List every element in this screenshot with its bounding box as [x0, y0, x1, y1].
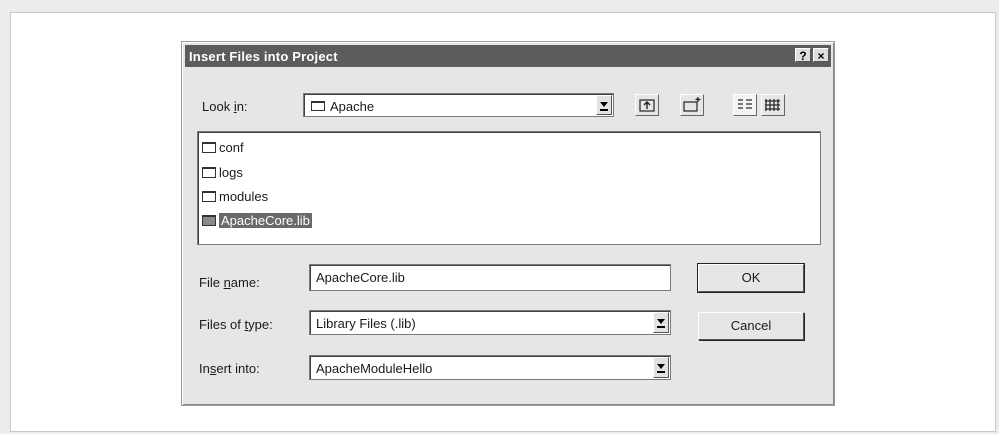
- create-new-folder-button[interactable]: [680, 94, 704, 116]
- up-one-level-button[interactable]: [635, 94, 659, 116]
- folder-icon: [202, 191, 216, 202]
- dialog-titlebar[interactable]: Insert Files into Project ? ×: [185, 45, 831, 67]
- page-background: Insert Files into Project ? × Look in: A…: [0, 0, 999, 434]
- folder-icon: [202, 142, 216, 153]
- insert-into-dropdown[interactable]: ApacheModuleHello: [309, 355, 671, 380]
- create-new-folder-icon: [683, 97, 701, 112]
- list-view-icon: [738, 99, 752, 109]
- list-view-button[interactable]: [733, 94, 757, 116]
- chevron-down-icon[interactable]: [653, 357, 669, 378]
- file-icon: [202, 215, 216, 226]
- folder-icon: [311, 101, 325, 111]
- insert-into-label: Insert into:: [199, 361, 260, 376]
- chevron-down-icon[interactable]: [653, 312, 669, 333]
- look-in-label: Look in:: [202, 99, 248, 114]
- file-list[interactable]: conf logs modules ApacheCore.lib: [197, 131, 821, 245]
- cancel-button[interactable]: Cancel: [698, 312, 804, 340]
- look-in-dropdown[interactable]: Apache: [303, 93, 614, 117]
- folder-icon: [202, 167, 216, 178]
- help-button[interactable]: ?: [795, 48, 811, 63]
- insert-files-dialog: Insert Files into Project ? × Look in: A…: [181, 41, 835, 406]
- file-name-label: File name:: [199, 275, 260, 290]
- details-view-button[interactable]: [761, 94, 785, 116]
- chevron-down-icon[interactable]: [596, 95, 612, 115]
- look-in-value: Apache: [330, 99, 375, 114]
- ok-button[interactable]: OK: [697, 263, 805, 293]
- up-one-level-icon: [639, 99, 655, 112]
- files-of-type-label: Files of type:: [199, 317, 273, 332]
- close-button[interactable]: ×: [813, 48, 829, 63]
- file-name-input[interactable]: ApacheCore.lib: [309, 264, 671, 291]
- dialog-title: Insert Files into Project: [189, 49, 338, 64]
- details-view-icon: [765, 99, 780, 111]
- files-of-type-dropdown[interactable]: Library Files (.lib): [309, 310, 671, 335]
